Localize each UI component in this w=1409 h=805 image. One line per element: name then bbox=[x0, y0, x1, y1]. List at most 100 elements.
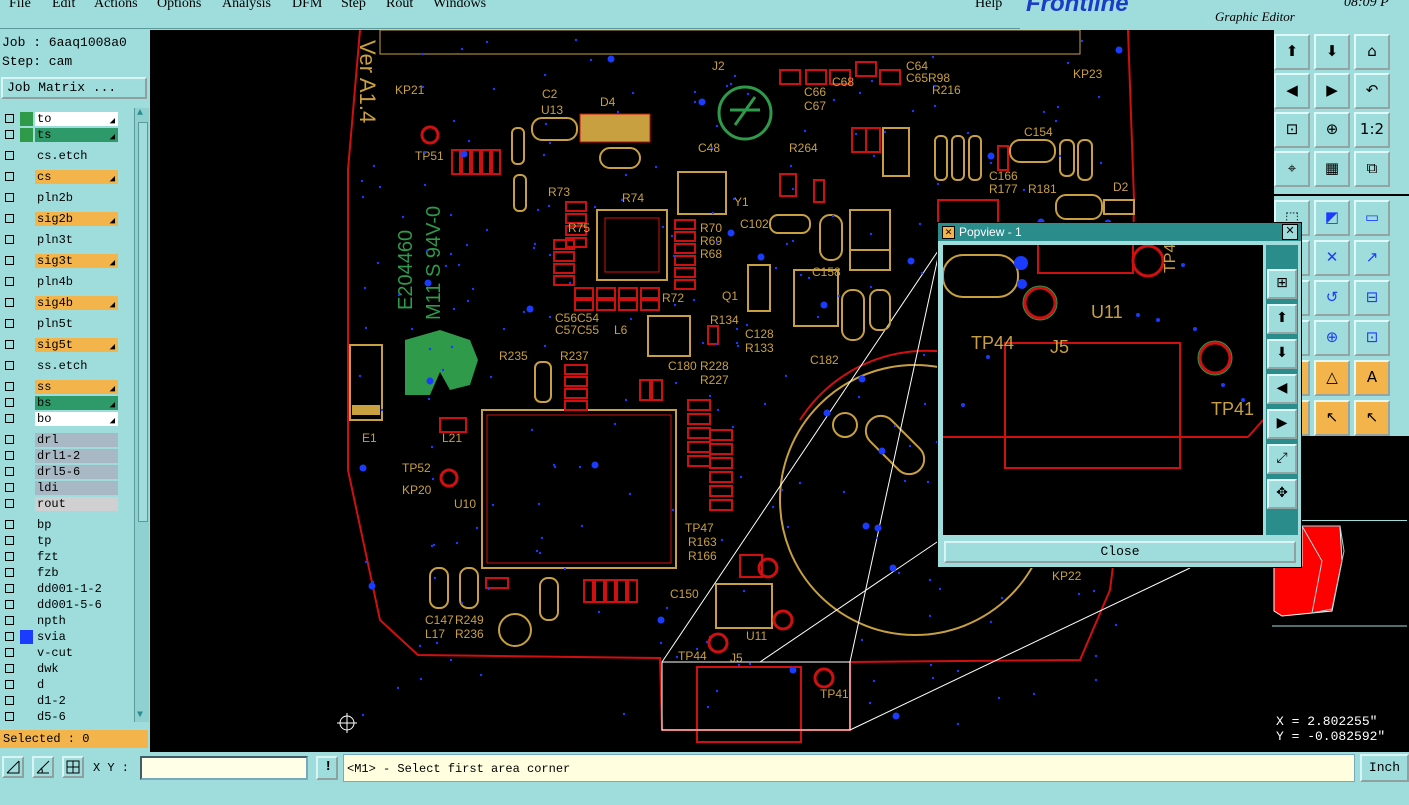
layer-name[interactable]: npth bbox=[35, 614, 118, 628]
layer-row-d1-2[interactable]: d1-2 bbox=[0, 694, 134, 708]
layer-row-fzt[interactable]: fzt bbox=[0, 550, 134, 564]
layer-name[interactable]: sig5t ◢ bbox=[35, 338, 118, 352]
layer-color-swatch[interactable] bbox=[20, 317, 33, 331]
layer-checkbox[interactable] bbox=[5, 414, 14, 423]
grid-snap-icon[interactable] bbox=[62, 756, 84, 778]
layer-name[interactable]: fzt bbox=[35, 550, 118, 564]
layer-color-swatch[interactable] bbox=[20, 710, 33, 722]
arrow-icon[interactable]: ↗ bbox=[1354, 240, 1390, 276]
layer-row-bp[interactable]: bp bbox=[0, 518, 134, 532]
arc-icon[interactable]: ↺ bbox=[1314, 280, 1350, 316]
layer-checkbox[interactable] bbox=[5, 483, 14, 492]
scroll-down-icon[interactable]: ▼ bbox=[137, 710, 147, 721]
layer-row-pln2b[interactable]: pln2b bbox=[0, 191, 134, 205]
layer-row-d5-6[interactable]: d5-6 bbox=[0, 710, 134, 722]
pan-left-icon[interactable]: ◀ bbox=[1274, 73, 1310, 109]
layer-checkbox[interactable] bbox=[5, 451, 14, 460]
layer-color-swatch[interactable] bbox=[20, 449, 33, 463]
layer-name[interactable]: cs.etch bbox=[35, 149, 118, 163]
pad-icon[interactable]: ⊟ bbox=[1354, 280, 1390, 316]
job-matrix-button[interactable]: Job Matrix ... bbox=[1, 77, 147, 99]
menu-step[interactable]: Step bbox=[341, 0, 366, 12]
layer-row-tp[interactable]: tp bbox=[0, 534, 134, 548]
layer-checkbox[interactable] bbox=[5, 584, 14, 593]
fit-all-icon[interactable]: ⊡ bbox=[1274, 112, 1310, 148]
window-menu-icon[interactable]: ✕ bbox=[942, 226, 955, 239]
layer-row-ss.etch[interactable]: ss.etch bbox=[0, 359, 134, 373]
layer-name[interactable]: drl1-2 bbox=[35, 449, 118, 463]
layer-checkbox[interactable] bbox=[5, 552, 14, 561]
layer-color-swatch[interactable] bbox=[20, 112, 33, 126]
layer-color-swatch[interactable] bbox=[20, 296, 33, 310]
layer-row-ss[interactable]: ss ◢ bbox=[0, 380, 134, 394]
menu-options[interactable]: Options bbox=[157, 0, 201, 12]
layer-checkbox[interactable] bbox=[5, 680, 14, 689]
layer-checkbox[interactable] bbox=[5, 696, 14, 705]
layer-name[interactable]: ss.etch bbox=[35, 359, 118, 373]
layer-name[interactable]: bo ◢ bbox=[35, 412, 118, 426]
layer-row-cs[interactable]: cs ◢ bbox=[0, 170, 134, 184]
pointer-box-icon[interactable]: ↖ bbox=[1354, 400, 1390, 436]
close-button[interactable]: Close bbox=[944, 541, 1296, 563]
layer-color-swatch[interactable] bbox=[20, 566, 33, 580]
layer-checkbox[interactable] bbox=[5, 499, 14, 508]
layer-color-swatch[interactable] bbox=[20, 465, 33, 479]
layer-name[interactable]: pln5t bbox=[35, 317, 118, 331]
layer-color-swatch[interactable] bbox=[20, 550, 33, 564]
layer-row-sig3t[interactable]: sig3t ◢ bbox=[0, 254, 134, 268]
layer-checkbox[interactable] bbox=[5, 214, 14, 223]
layer-color-swatch[interactable] bbox=[20, 433, 33, 447]
scale-1to2-icon[interactable]: 1:2 bbox=[1354, 112, 1390, 148]
layer-name[interactable]: drl5-6 bbox=[35, 465, 118, 479]
layer-row-to[interactable]: to ◢ bbox=[0, 112, 134, 126]
zoom-home-icon[interactable]: ⬆ bbox=[1274, 34, 1310, 70]
layer-row-drl5-6[interactable]: drl5-6 bbox=[0, 465, 134, 479]
layer-color-swatch[interactable] bbox=[20, 275, 33, 289]
pan-right-icon[interactable]: ▶ bbox=[1267, 409, 1297, 439]
layer-color-swatch[interactable] bbox=[20, 518, 33, 532]
layer-name[interactable]: fzb bbox=[35, 566, 118, 580]
layer-row-npth[interactable]: npth bbox=[0, 614, 134, 628]
target-icon[interactable]: ⊕ bbox=[1314, 320, 1350, 356]
xy-input[interactable] bbox=[140, 756, 308, 780]
layer-row-drl[interactable]: drl bbox=[0, 433, 134, 447]
pan-left-icon[interactable]: ◀ bbox=[1267, 374, 1297, 404]
layer-checkbox[interactable] bbox=[5, 319, 14, 328]
layer-color-swatch[interactable] bbox=[20, 598, 33, 612]
layer-row-fzb[interactable]: fzb bbox=[0, 566, 134, 580]
layer-checkbox[interactable] bbox=[5, 616, 14, 625]
grid-icon[interactable]: ▦ bbox=[1314, 151, 1350, 187]
layer-row-rout[interactable]: rout bbox=[0, 497, 134, 511]
layer-checkbox[interactable] bbox=[5, 361, 14, 370]
layer-name[interactable]: svia bbox=[35, 630, 118, 644]
layer-name[interactable]: dd001-1-2 bbox=[35, 582, 118, 596]
menu-rout[interactable]: Rout bbox=[386, 0, 413, 12]
layer-color-swatch[interactable] bbox=[20, 191, 33, 205]
layer-color-swatch[interactable] bbox=[20, 170, 33, 184]
layer-row-v-cut[interactable]: v-cut bbox=[0, 646, 134, 660]
layer-name[interactable]: dd001-5-6 bbox=[35, 598, 118, 612]
layer-row-bo[interactable]: bo ◢ bbox=[0, 412, 134, 426]
layer-checkbox[interactable] bbox=[5, 664, 14, 673]
layer-checkbox[interactable] bbox=[5, 435, 14, 444]
pointer-select-icon[interactable]: ↖ bbox=[1314, 400, 1350, 436]
layer-color-swatch[interactable] bbox=[20, 534, 33, 548]
layer-checkbox[interactable] bbox=[5, 235, 14, 244]
layer-row-dd001-5-6[interactable]: dd001-5-6 bbox=[0, 598, 134, 612]
draw-icon[interactable]: ◩ bbox=[1314, 200, 1350, 236]
home-icon[interactable]: ⌂ bbox=[1354, 34, 1390, 70]
layer-checkbox[interactable] bbox=[5, 568, 14, 577]
menu-help[interactable]: Help bbox=[975, 0, 1002, 12]
layer-name[interactable]: sig3t ◢ bbox=[35, 254, 118, 268]
layer-row-ts[interactable]: ts ◢ bbox=[0, 128, 134, 142]
layer-row-cs.etch[interactable]: cs.etch bbox=[0, 149, 134, 163]
layer-color-swatch[interactable] bbox=[20, 412, 33, 426]
info-icon[interactable]: ! bbox=[316, 756, 338, 780]
layer-color-swatch[interactable] bbox=[20, 338, 33, 352]
layer-color-swatch[interactable] bbox=[20, 254, 33, 268]
zoom-down-icon[interactable]: ⬇ bbox=[1267, 339, 1297, 369]
layer-name[interactable]: to ◢ bbox=[35, 112, 118, 126]
snap-icon[interactable]: ⌖ bbox=[1274, 151, 1310, 187]
layer-checkbox[interactable] bbox=[5, 172, 14, 181]
layer-color-swatch[interactable] bbox=[20, 614, 33, 628]
